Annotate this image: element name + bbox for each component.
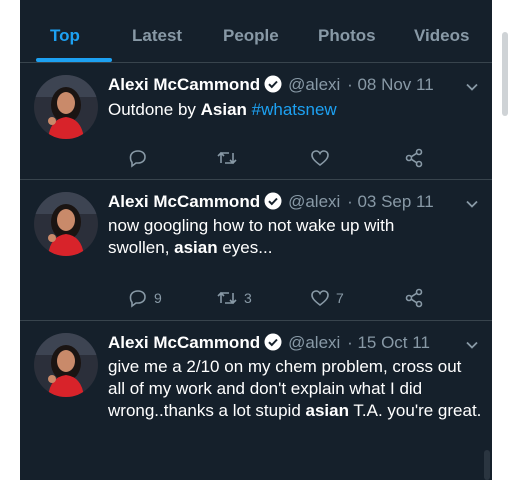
- reply-button[interactable]: 9: [128, 287, 162, 309]
- tweet-text-part: eyes...: [217, 238, 273, 257]
- chevron-down-icon[interactable]: [465, 197, 479, 211]
- tweet-header: Alexi McCammond @alexi · 15 Oct 11: [108, 333, 430, 357]
- retweet-count: 3: [244, 290, 252, 306]
- highlighted-term: asian: [174, 238, 218, 257]
- retweet-icon: [216, 288, 238, 308]
- twitter-search-screen: Top Latest People Photos Videos Alexi Mc…: [20, 0, 492, 480]
- retweet-button[interactable]: [216, 147, 244, 169]
- like-button[interactable]: 7: [310, 287, 344, 309]
- tweet[interactable]: Alexi McCammond @alexi · 15 Oct 11 give m…: [20, 321, 492, 480]
- reply-icon: [128, 288, 148, 308]
- tweet[interactable]: Alexi McCammond @alexi · 08 Nov 11 Outdon…: [20, 63, 492, 179]
- verified-badge-icon: [264, 333, 282, 356]
- highlighted-term: asian: [305, 401, 349, 420]
- reply-button[interactable]: [128, 147, 154, 169]
- author-name[interactable]: Alexi McCammond: [108, 192, 260, 211]
- chevron-down-icon[interactable]: [465, 338, 479, 352]
- tweet-actions: 9 3 7: [108, 287, 448, 309]
- share-button[interactable]: [404, 287, 424, 309]
- tweet-header: Alexi McCammond @alexi · 08 Nov 11: [108, 75, 434, 99]
- tweet-date: · 15 Oct 11: [347, 333, 430, 352]
- tab-people[interactable]: People: [223, 26, 279, 46]
- like-icon: [310, 288, 330, 308]
- tweet-text: now googling how to not wake up with swo…: [108, 215, 438, 259]
- tweet[interactable]: Alexi McCammond @alexi · 03 Sep 11 now go…: [20, 180, 492, 320]
- tweet-text-part: T.A. you're great.: [349, 401, 482, 420]
- tweet-text: give me a 2/10 on my chem problem, cross…: [108, 356, 482, 422]
- like-button[interactable]: [310, 147, 336, 169]
- like-icon: [310, 148, 330, 168]
- chevron-down-icon[interactable]: [465, 80, 479, 94]
- search-tabs: Top Latest People Photos Videos: [20, 0, 492, 62]
- author-name[interactable]: Alexi McCammond: [108, 75, 260, 94]
- tweet-date: · 03 Sep 11: [347, 192, 434, 211]
- like-count: 7: [336, 290, 344, 306]
- highlighted-term: Asian: [200, 100, 247, 119]
- tweet-text: Outdone by Asian #whatsnew: [108, 99, 488, 121]
- avatar[interactable]: [34, 192, 98, 256]
- hashtag-link[interactable]: #whatsnew: [252, 100, 337, 119]
- verified-badge-icon: [264, 192, 282, 215]
- reply-icon: [128, 148, 148, 168]
- reply-count: 9: [154, 290, 162, 306]
- avatar[interactable]: [34, 333, 98, 397]
- scrollbar-thumb[interactable]: [484, 450, 490, 480]
- verified-badge-icon: [264, 75, 282, 98]
- share-icon: [404, 148, 424, 168]
- author-name[interactable]: Alexi McCammond: [108, 333, 260, 352]
- tweet-date: · 08 Nov 11: [347, 75, 434, 94]
- author-handle: @alexi: [288, 192, 341, 211]
- scrollbar[interactable]: [502, 32, 508, 116]
- retweet-icon: [216, 148, 238, 168]
- author-handle: @alexi: [288, 333, 341, 352]
- avatar[interactable]: [34, 75, 98, 139]
- tweet-text-part: Outdone by: [108, 100, 201, 119]
- retweet-button[interactable]: 3: [216, 287, 252, 309]
- author-handle: @alexi: [288, 75, 341, 94]
- tab-top[interactable]: Top: [50, 26, 80, 46]
- tweet-header: Alexi McCammond @alexi · 03 Sep 11: [108, 192, 434, 216]
- share-button[interactable]: [404, 147, 424, 169]
- tweet-actions: [108, 147, 448, 169]
- share-icon: [404, 288, 424, 308]
- tab-photos[interactable]: Photos: [318, 26, 376, 46]
- tab-latest[interactable]: Latest: [132, 26, 182, 46]
- tab-videos[interactable]: Videos: [414, 26, 469, 46]
